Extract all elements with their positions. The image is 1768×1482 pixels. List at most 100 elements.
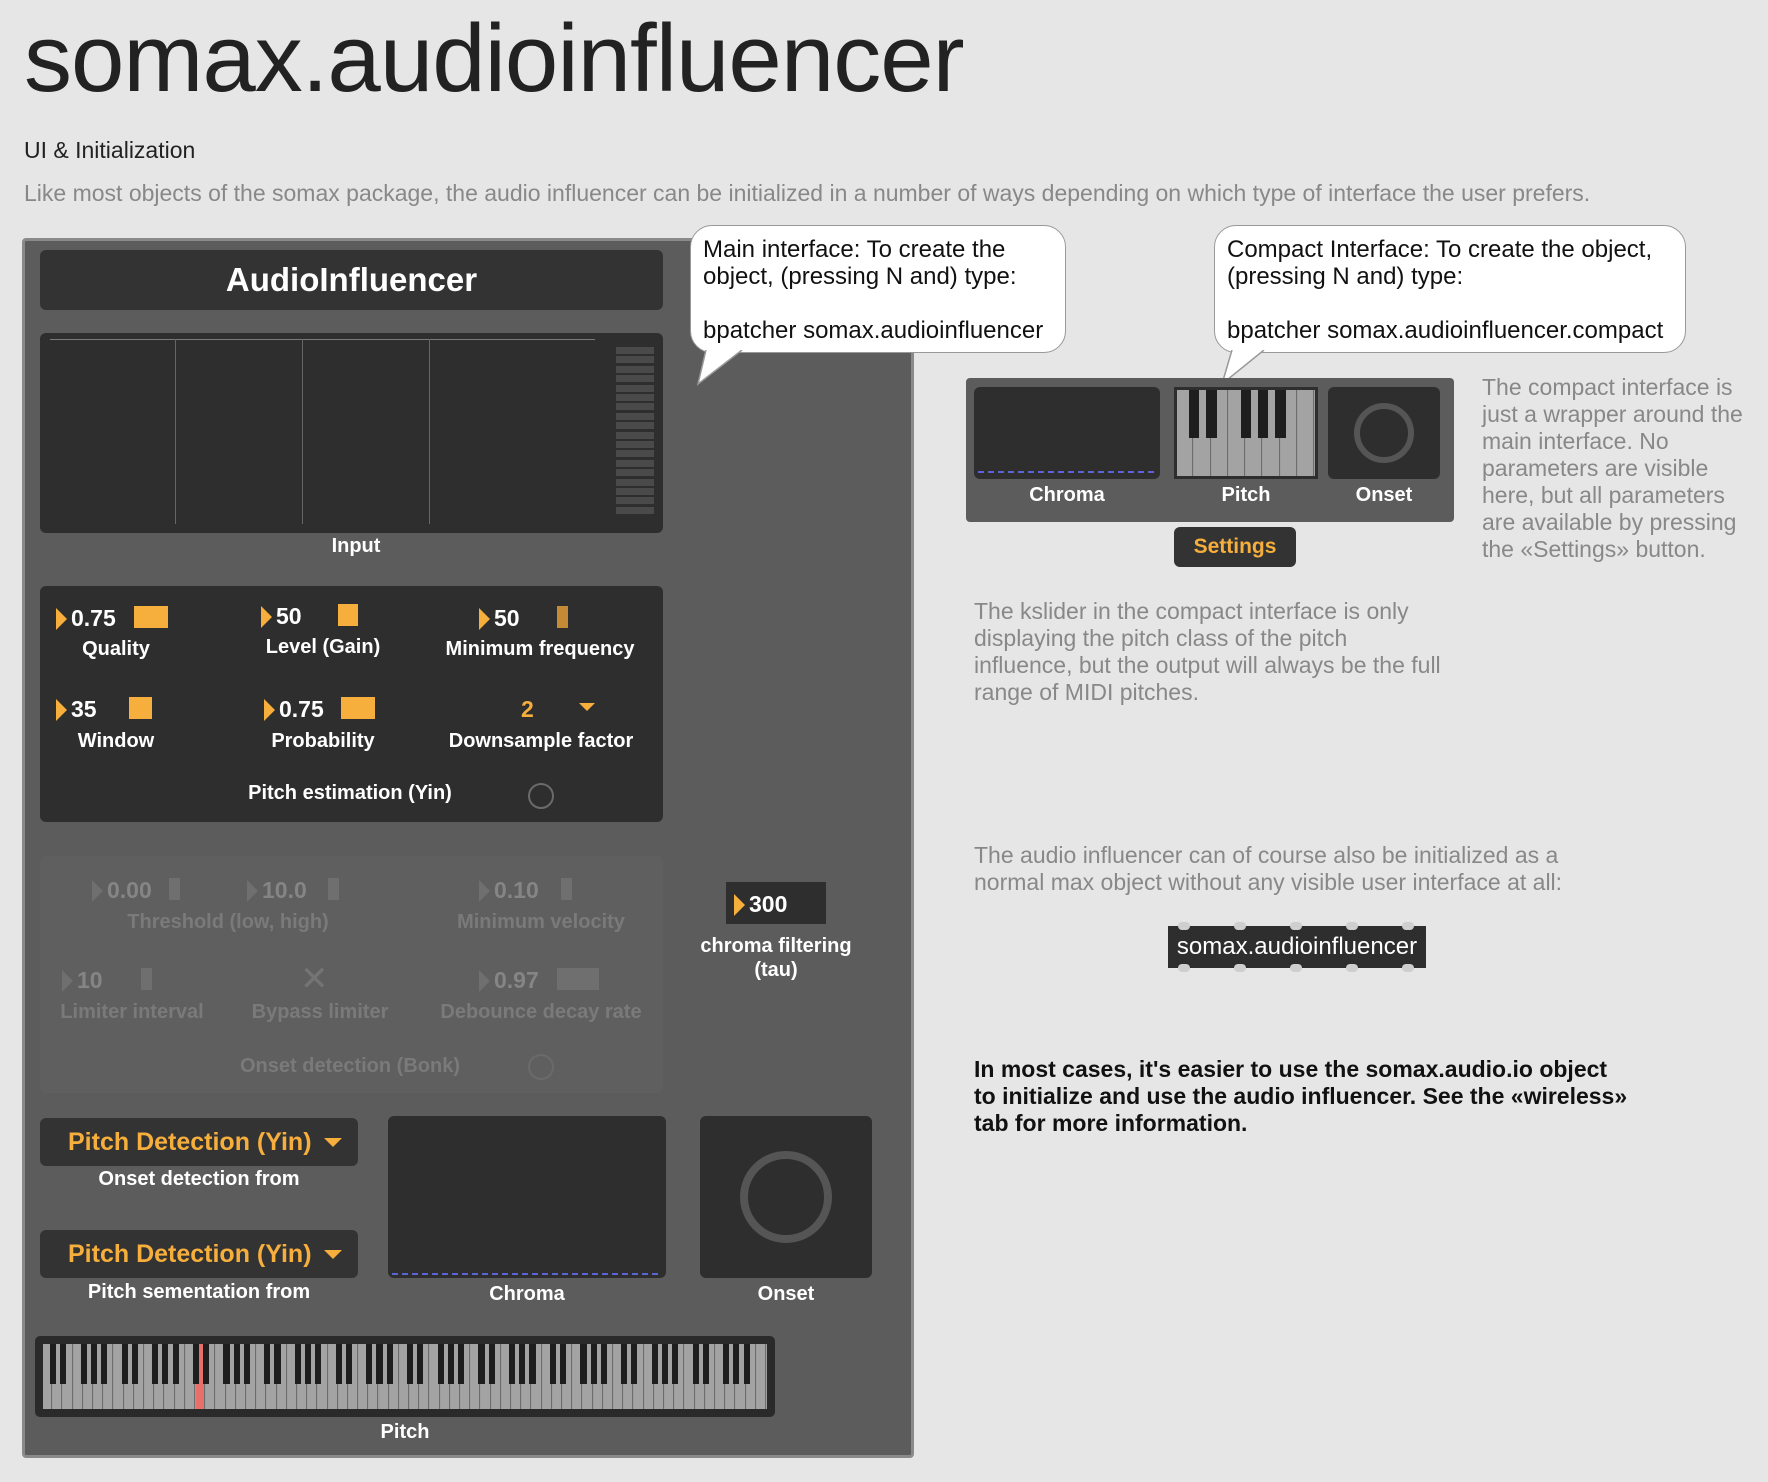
- probability-number[interactable]: 0.75: [264, 696, 324, 723]
- close-icon[interactable]: ✕: [300, 962, 329, 996]
- black-key[interactable]: [203, 1344, 210, 1384]
- black-key[interactable]: [723, 1344, 730, 1384]
- min-frequency-number[interactable]: 50: [479, 605, 520, 632]
- black-key[interactable]: [131, 1344, 138, 1384]
- threshold-high-slider[interactable]: [328, 878, 339, 900]
- black-key[interactable]: [509, 1344, 516, 1384]
- black-key[interactable]: [335, 1344, 342, 1384]
- port-dot[interactable]: [1402, 964, 1414, 972]
- black-key[interactable]: [559, 1344, 567, 1384]
- probability-slider[interactable]: [341, 697, 375, 719]
- black-key[interactable]: [1189, 390, 1200, 438]
- pitch-keyboard[interactable]: [35, 1336, 775, 1417]
- black-key[interactable]: [478, 1344, 485, 1384]
- threshold-low-slider[interactable]: [169, 878, 180, 900]
- min-velocity-number[interactable]: 0.10: [479, 877, 539, 904]
- pitch-source-menu[interactable]: Pitch Detection (Yin): [40, 1230, 358, 1278]
- black-key[interactable]: [376, 1344, 383, 1384]
- black-key[interactable]: [600, 1344, 607, 1384]
- white-key[interactable]: [756, 1344, 766, 1409]
- port-dot[interactable]: [1178, 964, 1190, 972]
- port-dot[interactable]: [1290, 964, 1302, 972]
- black-key[interactable]: [702, 1344, 709, 1384]
- debounce-slider[interactable]: [557, 968, 599, 990]
- black-key[interactable]: [692, 1344, 699, 1384]
- black-key[interactable]: [305, 1344, 312, 1384]
- quality-slider[interactable]: [134, 606, 168, 628]
- black-key[interactable]: [315, 1344, 322, 1384]
- black-key[interactable]: [407, 1344, 414, 1384]
- settings-button[interactable]: Settings: [1174, 527, 1296, 567]
- black-key[interactable]: [590, 1344, 597, 1384]
- black-key[interactable]: [488, 1344, 495, 1384]
- onset-detection-toggle[interactable]: [528, 1054, 554, 1080]
- onset-source-menu[interactable]: Pitch Detection (Yin): [40, 1118, 358, 1166]
- level-slider[interactable]: [338, 604, 358, 626]
- black-key[interactable]: [162, 1344, 169, 1384]
- black-key[interactable]: [366, 1344, 373, 1384]
- black-key[interactable]: [437, 1344, 444, 1384]
- min-frequency-slider[interactable]: [557, 606, 568, 628]
- black-key[interactable]: [223, 1344, 230, 1384]
- black-key[interactable]: [519, 1344, 526, 1384]
- black-key[interactable]: [243, 1344, 250, 1384]
- black-key[interactable]: [661, 1344, 669, 1384]
- window-number[interactable]: 35: [56, 696, 97, 723]
- black-key[interactable]: [621, 1344, 628, 1384]
- downsample-menu[interactable]: 2: [521, 696, 534, 723]
- port-dot[interactable]: [1178, 922, 1190, 930]
- white-key[interactable]: [1297, 390, 1314, 476]
- port-dot[interactable]: [1402, 922, 1414, 930]
- black-key[interactable]: [233, 1344, 240, 1384]
- black-key[interactable]: [50, 1344, 57, 1384]
- limiter-interval-slider[interactable]: [141, 968, 152, 990]
- black-key[interactable]: [1206, 390, 1217, 438]
- black-key[interactable]: [447, 1344, 454, 1384]
- black-key[interactable]: [152, 1344, 159, 1384]
- black-key[interactable]: [417, 1344, 424, 1384]
- black-key[interactable]: [90, 1344, 98, 1384]
- port-dot[interactable]: [1346, 922, 1358, 930]
- port-dot[interactable]: [1234, 922, 1246, 930]
- black-key[interactable]: [1275, 390, 1286, 438]
- min-velocity-slider[interactable]: [561, 878, 572, 900]
- window-slider[interactable]: [129, 697, 152, 719]
- limiter-interval-number[interactable]: 10: [62, 967, 103, 994]
- black-key[interactable]: [529, 1344, 536, 1384]
- black-key[interactable]: [60, 1344, 67, 1384]
- black-key[interactable]: [101, 1344, 108, 1384]
- quality-number[interactable]: 0.75: [56, 605, 116, 632]
- pitch-estimation-toggle[interactable]: [528, 783, 554, 809]
- compact-pitch-keyboard[interactable]: [1174, 387, 1318, 479]
- black-key[interactable]: [121, 1344, 128, 1384]
- meter-segment: [616, 394, 654, 401]
- black-key[interactable]: [631, 1344, 638, 1384]
- black-key[interactable]: [672, 1344, 679, 1384]
- port-dot[interactable]: [1346, 964, 1358, 972]
- threshold-low-number[interactable]: 0.00: [92, 877, 152, 904]
- black-key[interactable]: [172, 1344, 179, 1384]
- chroma-filter-number[interactable]: 300: [726, 882, 826, 924]
- black-key[interactable]: [294, 1344, 301, 1384]
- black-key[interactable]: [580, 1344, 587, 1384]
- black-key[interactable]: [1240, 390, 1252, 438]
- black-key[interactable]: [458, 1344, 465, 1384]
- debounce-number[interactable]: 0.97: [479, 967, 539, 994]
- port-dot[interactable]: [1290, 922, 1302, 930]
- black-key[interactable]: [733, 1344, 740, 1384]
- black-key[interactable]: [274, 1344, 281, 1384]
- black-key[interactable]: [264, 1344, 271, 1384]
- level-number[interactable]: 50: [261, 603, 302, 630]
- black-key[interactable]: [549, 1344, 556, 1384]
- black-key[interactable]: [192, 1344, 199, 1384]
- port-dot[interactable]: [1234, 964, 1246, 972]
- chevron-down-icon[interactable]: [579, 703, 595, 711]
- black-key[interactable]: [743, 1344, 750, 1384]
- threshold-high-number[interactable]: 10.0: [247, 877, 307, 904]
- bubble-tail: [696, 350, 743, 386]
- black-key[interactable]: [345, 1344, 352, 1384]
- black-key[interactable]: [1258, 390, 1269, 438]
- black-key[interactable]: [386, 1344, 393, 1384]
- black-key[interactable]: [80, 1344, 87, 1384]
- black-key[interactable]: [651, 1344, 658, 1384]
